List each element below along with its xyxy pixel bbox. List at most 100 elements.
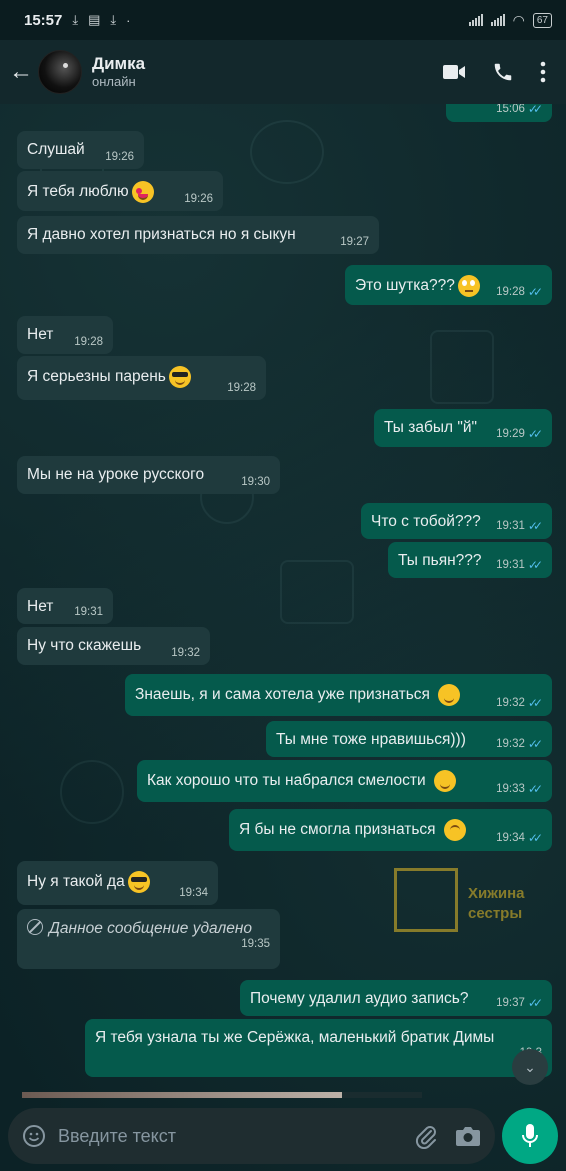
- message-text: Это шутка???: [355, 277, 455, 295]
- message-time: 19:26: [105, 151, 134, 163]
- message-text: Ты мне тоже нравишься))): [276, 731, 466, 748]
- watermark-line: сестры: [468, 905, 523, 922]
- message-incoming[interactable]: Я давно хотел признаться но я сыкун 19:2…: [17, 216, 379, 254]
- avatar[interactable]: [38, 50, 82, 94]
- contact-status: онлайн: [92, 74, 136, 90]
- read-tick-icon: ✓✓: [527, 782, 543, 796]
- message-text: Почему удалил аудио запись?: [250, 990, 469, 1007]
- message-time: 19:28: [496, 286, 525, 298]
- message-text: Нет: [27, 598, 54, 615]
- message-text: Что с тобой???: [371, 513, 481, 530]
- status-bar: 15:57 ⤓ ▤ ⤓ · ◠ 67: [0, 0, 566, 40]
- read-tick-icon: ✓✓: [527, 427, 543, 441]
- battery-level: 67: [536, 14, 548, 26]
- message-time: 19:37: [496, 997, 525, 1009]
- message-outgoing[interactable]: Знаешь, я и сама хотела уже признаться 1…: [125, 674, 552, 716]
- scroll-down-button[interactable]: ⌄: [512, 1049, 548, 1085]
- sunglasses-emoji: [168, 366, 191, 388]
- message-outgoing[interactable]: Ты забыл "й" 19:29 ✓✓: [374, 409, 552, 447]
- dot-icon: ·: [126, 12, 131, 28]
- message-text: Ну я такой да: [27, 873, 125, 891]
- message-incoming[interactable]: Слушай 19:26: [17, 131, 144, 169]
- message-text: Мы не на уроке русского: [27, 466, 205, 483]
- message-incoming[interactable]: Мы не на уроке русского 19:30: [17, 456, 280, 494]
- message-text: Я бы не смогла признаться: [239, 821, 436, 839]
- chat-header: ← Димка онлайн: [0, 40, 566, 104]
- message-composer: [8, 1108, 495, 1164]
- message-time: 19:26: [184, 193, 213, 205]
- message-text: Как хорошо что ты набрался смелости: [147, 772, 426, 790]
- contact-info[interactable]: Димка онлайн: [92, 53, 146, 90]
- message-outgoing[interactable]: 15:06 ✓✓: [446, 104, 552, 122]
- message-text: Нет: [27, 326, 54, 343]
- message-outgoing[interactable]: Я тебя узнала ты же Серёжка, маленький б…: [85, 1019, 552, 1077]
- read-tick-icon: ✓✓: [527, 519, 543, 533]
- deleted-icon: [27, 919, 43, 935]
- message-time: 19:32: [496, 697, 525, 709]
- watermark-logo: Хижина сестры: [394, 868, 534, 938]
- status-time: 15:57: [24, 11, 63, 29]
- signal-icon: [468, 14, 483, 26]
- smile-emoji: [437, 684, 460, 706]
- attach-icon[interactable]: [415, 1123, 437, 1149]
- message-incoming[interactable]: Я тебя люблю 19:26: [17, 171, 223, 211]
- back-arrow-icon[interactable]: ←: [4, 52, 38, 92]
- message-time: 19:35: [241, 938, 270, 950]
- more-options-icon[interactable]: [540, 61, 546, 83]
- message-time: 19:31: [496, 520, 525, 532]
- message-text: Ты забыл "й": [384, 419, 477, 436]
- message-outgoing[interactable]: Ты пьян??? 19:31 ✓✓: [388, 542, 552, 578]
- message-text: Слушай: [27, 141, 85, 158]
- chevron-down-icon: ⌄: [524, 1058, 536, 1075]
- message-time: 19:34: [179, 887, 208, 899]
- message-time: 19:34: [496, 832, 525, 844]
- message-text: Данное сообщение удалено: [49, 920, 253, 937]
- message-time: 19:32: [496, 738, 525, 750]
- message-incoming[interactable]: Ну я такой да 19:34: [17, 861, 218, 905]
- message-time: 19:33: [496, 783, 525, 795]
- read-tick-icon: ✓✓: [527, 104, 543, 116]
- message-incoming[interactable]: Ну что скажешь 19:32: [17, 627, 210, 665]
- message-text: Я давно хотел признаться но я сыкун: [27, 226, 296, 243]
- message-outgoing[interactable]: Почему удалил аудио запись? 19:37 ✓✓: [240, 980, 552, 1016]
- signal-icon: [490, 14, 505, 26]
- message-time: 19:28: [227, 382, 256, 394]
- message-time: 19:30: [241, 476, 270, 488]
- message-outgoing[interactable]: Это шутка??? 19:28 ✓✓: [345, 265, 552, 305]
- contact-name: Димка: [92, 53, 146, 73]
- message-time: 19:28: [74, 336, 103, 348]
- read-tick-icon: ✓✓: [527, 558, 543, 572]
- voice-record-button[interactable]: [502, 1108, 558, 1164]
- message-outgoing[interactable]: Что с тобой??? 19:31 ✓✓: [361, 503, 552, 539]
- sunglasses-emoji: [127, 871, 150, 893]
- message-incoming[interactable]: Нет 19:31: [17, 588, 113, 624]
- message-icon: ▤: [88, 12, 101, 27]
- microphone-icon: [522, 1124, 538, 1147]
- message-incoming[interactable]: Нет 19:28: [17, 316, 113, 354]
- download-icon: ⤓: [110, 12, 117, 27]
- voice-call-icon[interactable]: [492, 61, 514, 83]
- video-call-icon[interactable]: [442, 63, 466, 81]
- watermark-line: Хижина: [468, 885, 525, 902]
- message-time: 19:32: [171, 647, 200, 659]
- camera-icon[interactable]: [455, 1125, 481, 1147]
- message-outgoing[interactable]: Как хорошо что ты набрался смелости 19:3…: [137, 760, 552, 802]
- message-text: Я серьезны парень: [27, 368, 166, 386]
- message-outgoing[interactable]: Я бы не смогла признаться 19:34 ✓✓: [229, 809, 552, 851]
- message-text: Знаешь, я и сама хотела уже признаться: [135, 686, 430, 704]
- message-time: 19:31: [496, 559, 525, 571]
- message-time: 19:27: [340, 236, 369, 248]
- message-deleted[interactable]: Данное сообщение удалено 19:35: [17, 909, 280, 969]
- message-outgoing[interactable]: Ты мне тоже нравишься))) 19:32 ✓✓: [266, 721, 552, 757]
- emoji-icon[interactable]: [22, 1124, 46, 1148]
- message-incoming[interactable]: Я серьезны парень 19:28: [17, 356, 266, 400]
- message-list[interactable]: 15:06 ✓✓ Слушай 19:26 Я тебя люблю 19:26 …: [0, 104, 566, 1094]
- message-time: 19:29: [496, 428, 525, 440]
- message-text: Я тебя узнала ты же Серёжка, маленький б…: [95, 1029, 495, 1046]
- read-tick-icon: ✓✓: [527, 696, 543, 710]
- media-progress-bar: [22, 1092, 422, 1098]
- read-tick-icon: ✓✓: [527, 831, 543, 845]
- read-tick-icon: ✓✓: [527, 737, 543, 751]
- message-input[interactable]: [56, 1124, 390, 1148]
- message-time: 19:31: [74, 606, 103, 618]
